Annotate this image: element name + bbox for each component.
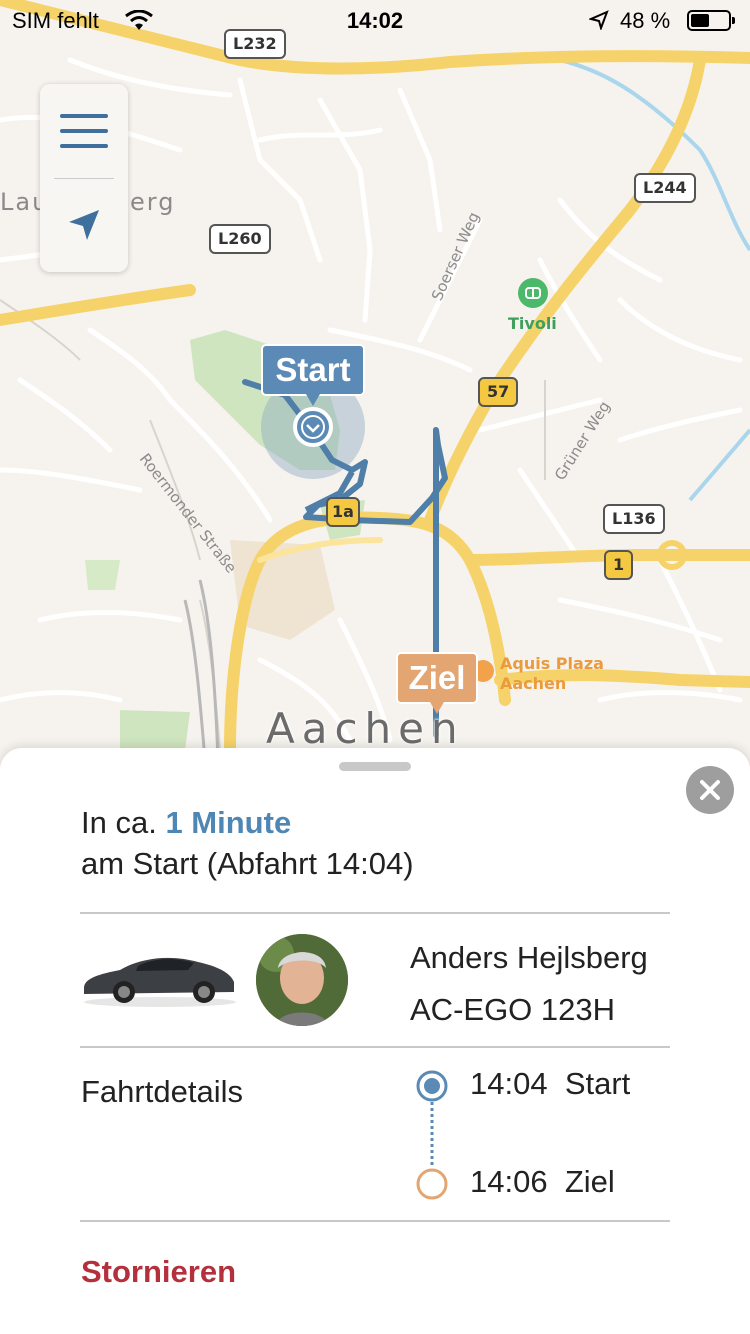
ride-sheet: In ca. 1 Minute am Start (Abfahrt 14:04)…: [0, 748, 750, 1334]
destination-marker[interactable]: Ziel: [396, 652, 478, 714]
stop-time: 14:06: [470, 1164, 548, 1199]
eta-prefix: In ca.: [81, 805, 157, 840]
locate-me-button[interactable]: [40, 178, 128, 272]
poi-label-tivoli: Tivoli: [508, 314, 557, 333]
start-location-icon: [293, 407, 333, 447]
start-marker-label: Start: [275, 351, 351, 388]
driver-avatar: [256, 934, 348, 1026]
hamburger-menu-icon: [60, 114, 108, 148]
road-shield: L260: [209, 224, 271, 254]
ride-details-label: Fahrtdetails: [81, 1074, 243, 1109]
divider: [80, 1220, 670, 1222]
menu-button[interactable]: [40, 84, 128, 178]
location-arrow-icon: [69, 210, 99, 240]
driver-info: Anders Hejlsberg AC-EGO 123H: [410, 932, 648, 1036]
license-plate: AC-EGO 123H: [410, 992, 616, 1027]
eta-value: 1 Minute: [165, 805, 292, 840]
stadium-icon: [518, 278, 548, 308]
ride-timeline: [416, 1070, 448, 1200]
map-controls: [40, 84, 128, 272]
road-shield: L136: [603, 504, 665, 534]
cancel-ride-button[interactable]: Stornieren: [81, 1254, 236, 1290]
car-image: [84, 957, 236, 1007]
stop-time: 14:04: [470, 1066, 548, 1101]
poi-label-aquis: Aquis Plaza: [500, 654, 604, 673]
status-bar: SIM fehlt 14:02 48 %: [0, 0, 750, 40]
road-shield: 1: [604, 550, 634, 580]
start-marker[interactable]: Start: [261, 344, 365, 406]
divider: [80, 1046, 670, 1048]
sheet-grabber[interactable]: [339, 762, 411, 771]
battery-percent: 48 %: [620, 8, 671, 33]
close-button[interactable]: [686, 766, 734, 814]
stop-label: Start: [564, 1066, 631, 1101]
place-label: erg: [130, 188, 176, 216]
stop-destination: 14:06 Ziel: [470, 1164, 615, 1200]
map-view[interactable]: L232 L244 L260 57 L136 1 1a Roermonder S…: [0, 0, 750, 780]
road-shield: 1a: [326, 497, 360, 527]
stop-label: Ziel: [564, 1164, 615, 1199]
eta-detail: am Start (Abfahrt 14:04): [81, 846, 414, 881]
battery-icon: [687, 10, 735, 31]
driver-name: Anders Hejlsberg: [410, 940, 648, 975]
road-shield: 57: [478, 377, 519, 407]
destination-marker-label: Ziel: [408, 659, 466, 696]
road-shield: L244: [634, 173, 696, 203]
close-icon: [700, 780, 720, 800]
eta-text: In ca. 1 Minute am Start (Abfahrt 14:04): [81, 802, 414, 884]
poi-label-aquis-city: Aachen: [500, 674, 567, 693]
divider: [80, 912, 670, 914]
stop-start: 14:04 Start: [470, 1066, 630, 1102]
location-services-icon: [589, 10, 609, 30]
